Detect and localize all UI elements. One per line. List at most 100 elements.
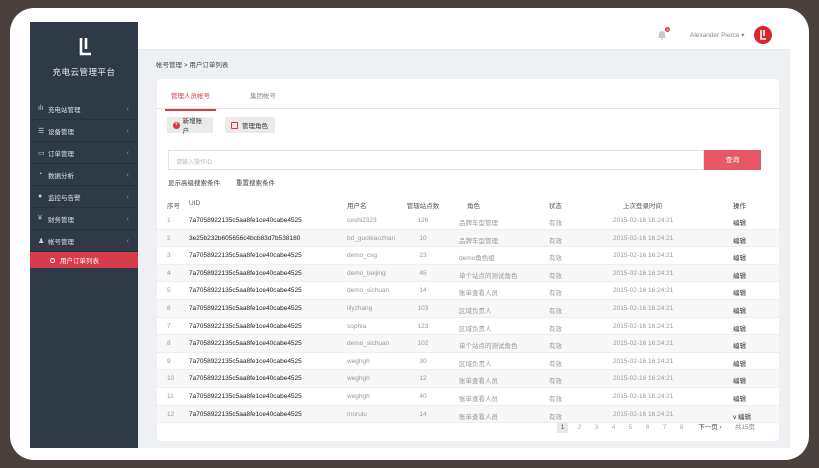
table-row[interactable]: 5 7a7058922135c5aa8fe1ce40cabe4525 demo_si… <box>157 282 779 300</box>
cell-station-count: 23 <box>419 252 427 260</box>
page-button-6[interactable]: 6 <box>642 422 653 433</box>
edit-link[interactable]: 编辑 <box>733 340 746 350</box>
edit-link[interactable]: 编辑 <box>733 287 746 297</box>
chevron-left-icon: ‹ <box>126 148 129 157</box>
table-row[interactable]: 2 3e25b232b605656c4bcb83d7b538180 bd_guobi… <box>157 229 779 248</box>
sidebar-item-2[interactable]: ▭ 订单管理 ‹ <box>30 142 138 164</box>
tab-staff-accounts[interactable]: 管理人员帐号 <box>165 90 216 111</box>
tab-bar: 管理人员帐号 集团帐号 <box>157 79 779 111</box>
avatar[interactable] <box>754 26 772 44</box>
table-row[interactable]: 10 7a7058922135c5aa8fe1ce40cabe4525 weghgh… <box>157 370 779 388</box>
cell-index: 2 <box>167 234 171 242</box>
edit-link[interactable]: 编辑 <box>733 358 746 368</box>
user-icon: ♟ <box>38 237 45 245</box>
table-row[interactable]: 12 7a7058922135c5aa8fe1ce40cabe4525 morulu… <box>157 405 779 424</box>
table-row[interactable]: 9 7a7058922135c5aa8fe1ce40cabe4525 weghgh 3… <box>157 353 779 371</box>
edit-link[interactable]: 编辑 <box>733 252 746 262</box>
sidebar-item-4[interactable]: ● 监控与告警 ‹ <box>30 186 138 208</box>
cell-status: 有效 <box>549 325 562 333</box>
cell-station-count: 103 <box>417 305 429 312</box>
next-page-button[interactable]: 下一页 › <box>693 422 727 433</box>
sidebar-subitem-label: 用户订单列表 <box>60 258 99 265</box>
add-account-button[interactable]: + 新增账户 <box>167 117 213 135</box>
sidebar: 充电云管理平台 ılı 充电站管理 ‹ ☰ 设备管理 ‹ ▭ 订单管理 ‹ ◔ 数据分析 ‹ ● 监控与告… <box>30 22 138 448</box>
cell-username: sophia <box>347 322 367 330</box>
sidebar-subitem-user-orders[interactable]: 用户订单列表 <box>30 252 138 268</box>
chevron-left-icon: ‹ <box>126 126 129 135</box>
cell-station-count: 102 <box>417 340 429 348</box>
edit-link[interactable]: 编辑 <box>733 393 746 403</box>
edit-link[interactable]: 编辑 <box>733 235 746 245</box>
edit-link[interactable]: 编辑 <box>733 217 746 227</box>
sidebar-item-label: 帐号管理 <box>48 238 74 246</box>
cell-station-count: 40 <box>419 393 427 400</box>
page-button-5[interactable]: 5 <box>625 422 636 433</box>
edit-link[interactable]: v 编辑 <box>733 411 751 421</box>
cell-index: 11 <box>167 393 174 400</box>
table-row[interactable]: 11 7a7058922135c5aa8fe1ce40cabe4525 weghgh… <box>157 388 779 406</box>
cell-username: morulu <box>347 410 367 418</box>
table-row[interactable]: 7 7a7058922135c5aa8fe1ce40cabe4525 sophia 1… <box>157 318 779 336</box>
cell-index: 4 <box>167 269 171 277</box>
search-button[interactable]: 查询 <box>704 150 761 170</box>
brand-logo-icon <box>73 36 95 58</box>
cell-uid: 7a7058922135c5aa8fe1ce40cabe4525 <box>189 305 302 312</box>
table-row[interactable]: 8 7a7058922135c5aa8fe1ce40cabe4525 demo_si… <box>157 335 779 353</box>
cell-uid: 7a7058922135c5aa8fe1ce40cabe4525 <box>189 217 302 224</box>
chevron-left-icon: ‹ <box>126 214 129 223</box>
cell-station-count: 126 <box>417 217 429 224</box>
edit-link[interactable]: 编辑 <box>733 305 746 315</box>
page-button-1[interactable]: 1 <box>557 422 568 433</box>
cell-last-login: 2015-02-16 16:24:21 <box>613 234 674 242</box>
manage-role-button[interactable]: 管理角色 <box>225 117 275 133</box>
search-input[interactable]: 请输入操作ID <box>168 150 704 170</box>
notification-bell-icon[interactable]: 3 <box>656 27 670 41</box>
breadcrumb: 帐号管理 > 用户订单列表 <box>156 62 229 69</box>
sidebar-nav: ılı 充电站管理 ‹ ☰ 设备管理 ‹ ▭ 订单管理 ‹ ◔ 数据分析 ‹ ● 监控与告警 ‹ ¥ 财务管理 ‹… <box>30 98 138 268</box>
cell-station-count: 45 <box>419 269 427 277</box>
main-panel: 管理人员帐号 集团帐号 + 新增账户 管理角色 请输入操作ID 查询 显示高级搜… <box>157 79 779 441</box>
cell-role: 账单查看人员 <box>459 378 498 386</box>
sidebar-item-0[interactable]: ılı 充电站管理 ‹ <box>30 98 138 120</box>
chevron-left-icon: ‹ <box>126 104 129 113</box>
col-header-uid: UID <box>189 200 201 207</box>
cell-last-login: 2015-02-16 16:24:21 <box>613 375 674 383</box>
cell-role: demo角色组 <box>459 255 495 263</box>
cell-role: 账单查看人员 <box>459 396 498 403</box>
yen-icon: ¥ <box>38 215 42 222</box>
list-icon: ☰ <box>38 127 45 135</box>
table-row[interactable]: 1 7a7058922135c5aa8fe1ce40cabe4525 ceshi23… <box>157 212 779 230</box>
table-row[interactable]: 6 7a7058922135c5aa8fe1ce40cabe4525 lilyzha… <box>157 300 779 318</box>
cell-role: 单个站点的测试角色 <box>459 343 518 351</box>
advanced-search-link[interactable]: 显示高级搜索条件 <box>168 177 220 187</box>
sidebar-item-label: 充电站管理 <box>48 106 81 114</box>
reset-search-link[interactable]: 重置搜索条件 <box>236 177 275 187</box>
sidebar-item-label: 设备管理 <box>48 128 74 136</box>
cell-status: 有效 <box>549 343 562 351</box>
user-menu[interactable]: Alexander Pierce ▾ <box>690 31 745 39</box>
cell-station-count: 14 <box>419 410 427 418</box>
cell-index: 6 <box>167 305 171 312</box>
page-button-3[interactable]: 3 <box>591 422 602 433</box>
table-row[interactable]: 4 7a7058922135c5aa8fe1ce40cabe4525 demo_be… <box>157 264 779 283</box>
page-button-4[interactable]: 4 <box>608 422 619 433</box>
card-icon: ▭ <box>38 149 45 157</box>
sidebar-item-6[interactable]: ♟ 帐号管理 ‹ <box>30 230 138 252</box>
edit-link[interactable]: 编辑 <box>733 375 746 385</box>
edit-link[interactable]: 编辑 <box>733 323 746 333</box>
page-button-8[interactable]: 8 <box>676 422 687 433</box>
table-row[interactable]: 3 7a7058922135c5aa8fe1ce40cabe4525 demo_cs… <box>157 247 779 265</box>
cell-uid: 7a7058922135c5aa8fe1ce40cabe4525 <box>189 410 302 418</box>
page-button-7[interactable]: 7 <box>659 422 670 433</box>
cell-uid: 7a7058922135c5aa8fe1ce40cabe4525 <box>189 269 302 277</box>
cell-username: weghgh <box>347 357 370 365</box>
cell-status: 有效 <box>549 255 562 263</box>
tab-group-accounts[interactable]: 集团帐号 <box>250 90 276 100</box>
sidebar-item-1[interactable]: ☰ 设备管理 ‹ <box>30 120 138 142</box>
page-button-2[interactable]: 2 <box>574 422 585 433</box>
sidebar-item-5[interactable]: ¥ 财务管理 ‹ <box>30 208 138 230</box>
edit-link[interactable]: 编辑 <box>733 270 746 280</box>
cell-index: 7 <box>167 322 171 330</box>
sidebar-item-3[interactable]: ◔ 数据分析 ‹ <box>30 164 138 186</box>
bar-chart-icon: ılı <box>38 105 44 112</box>
